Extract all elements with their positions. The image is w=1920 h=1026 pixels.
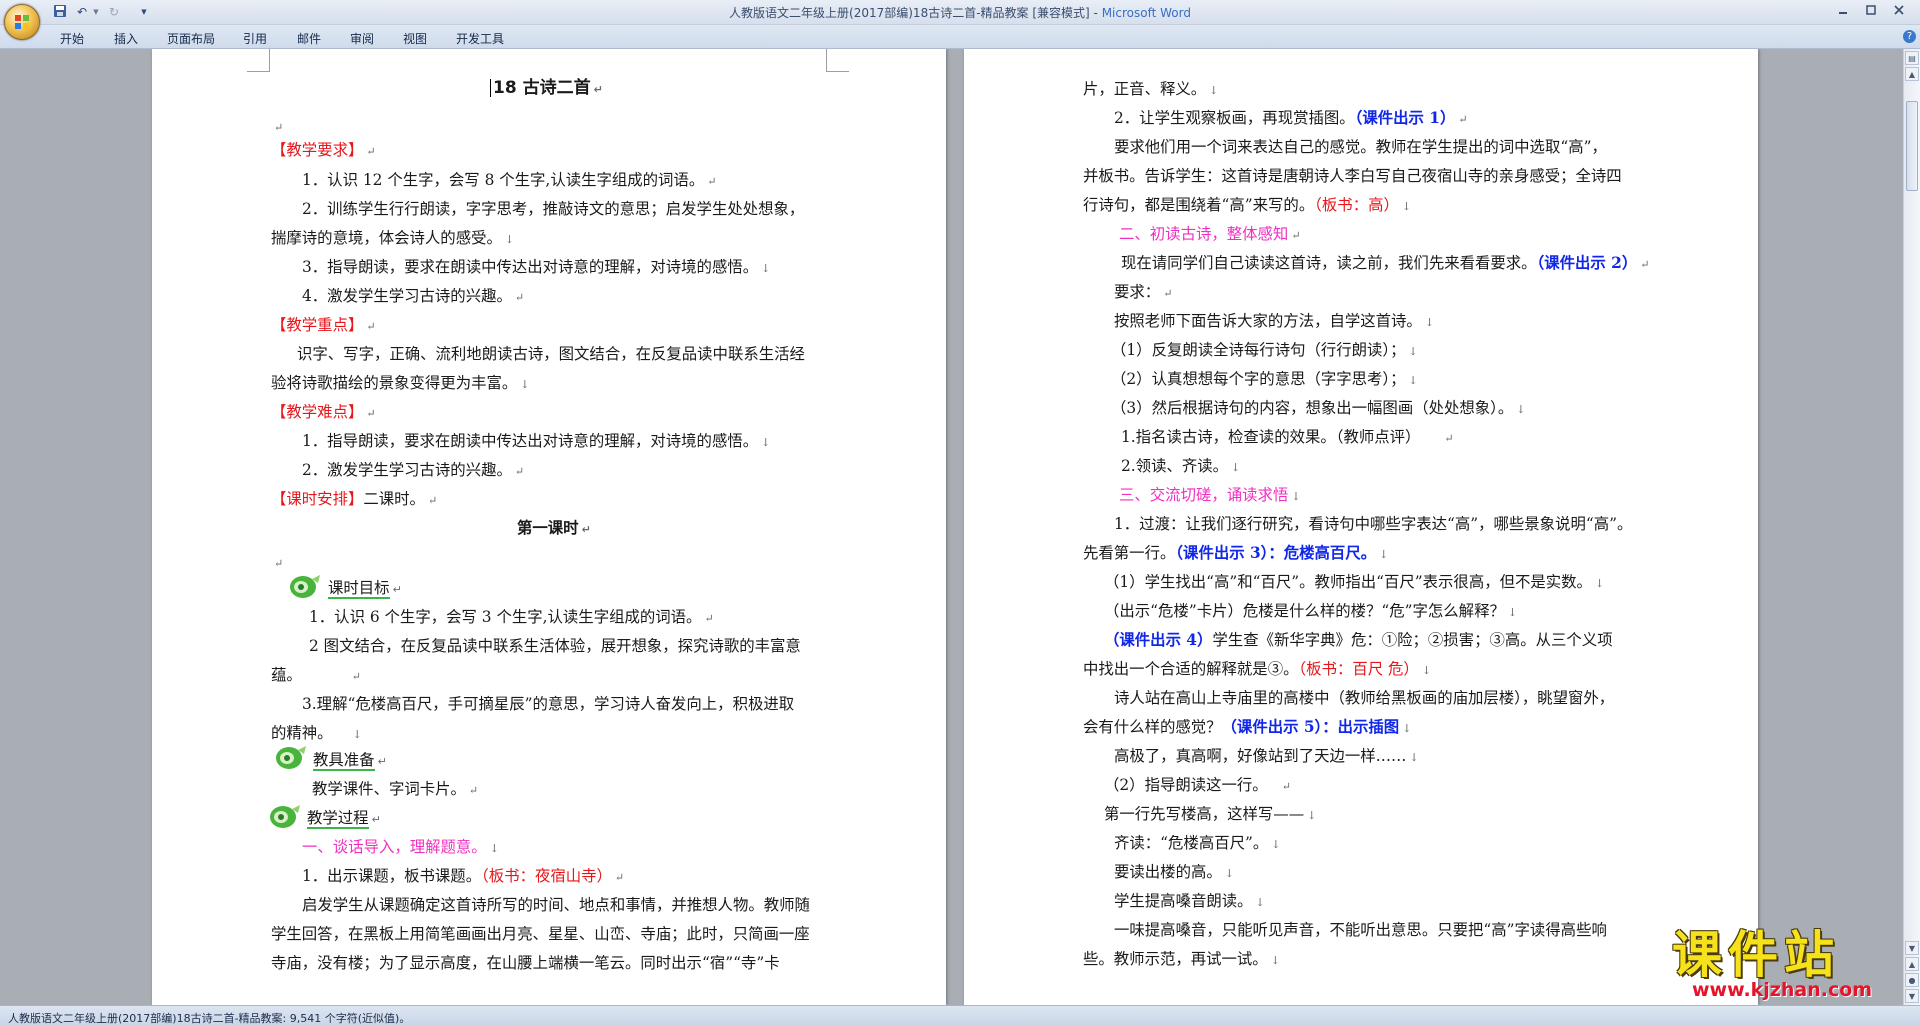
paragraph: 识字、写字，正确、流利地朗读古诗，图文结合，在反复品读中联系生活经	[297, 345, 805, 363]
minimize-button[interactable]	[1832, 2, 1854, 20]
watermark: 课件站 www.kjzhan.com	[1672, 926, 1920, 1001]
tab-references[interactable]: 引用	[243, 30, 267, 47]
paragraph: 1．过渡：让我们逐行研究，看诗句中哪些字表达“高”，哪些景象说明“高”。	[1114, 515, 1633, 533]
paragraph: 要读出楼的高。 ↓	[1114, 863, 1234, 881]
teaching-process-icon	[270, 805, 300, 828]
margin-corner	[247, 49, 270, 72]
paragraph: 1.指名读古诗，检查读的效果。（教师点评） ↵	[1121, 428, 1454, 446]
paragraph: 2.领读、齐读。 ↓	[1121, 457, 1241, 475]
paragraph: 蕴。 ↵	[271, 666, 362, 684]
paragraph: 齐读：“危楼高百尺”。 ↓	[1114, 834, 1281, 852]
paragraph: 启发学生从课题确定这首诗所写的时间、地点和事情，并推想人物。教师随	[302, 896, 810, 914]
paragraph: 片，正音、释义。 ↓	[1083, 80, 1219, 98]
lesson-goal-icon	[290, 575, 320, 598]
help-icon[interactable]: ?	[1903, 30, 1916, 43]
paragraph: 教学课件、字词卡片。 ↵	[312, 780, 479, 798]
status-bar: 人教版语文二年级上册(2017部编)18古诗二首-精品教案: 9,541 个字符…	[0, 1005, 1920, 1026]
page-1[interactable]: 18 古诗二首 ↵ ↵ 【教学要求】 ↵ 1．认识 12 个生字，会写 8 个生字,…	[152, 49, 946, 1005]
paragraph: 1．认识 12 个生字，会写 8 个生字,认读生字组成的词语。 ↵	[302, 171, 717, 189]
ruler-toggle-icon[interactable]: ▤	[1905, 51, 1919, 65]
paragraph: 高极了，真高啊，好像站到了天边一样…… ↓	[1114, 747, 1419, 765]
teaching-aids-icon	[276, 746, 306, 769]
page-2[interactable]: 片，正音、释义。 ↓ 2．让学生观察板画，再现赏插图。（课件出示 1） ↵ 要求他们…	[964, 49, 1758, 1005]
app-name: Microsoft Word	[1101, 6, 1191, 20]
paragraph: 一味提高嗓音，只能听见声音，不能听出意思。只要把“高”字读得高些响	[1114, 921, 1607, 939]
tab-mailings[interactable]: 邮件	[297, 30, 321, 47]
heading-teaching-requirements: 【教学要求】 ↵	[271, 141, 376, 159]
paragraph: 第一行先写楼高，这样写—— ↓	[1104, 805, 1317, 823]
paragraph: 3.理解“危楼高百尺，手可摘星辰”的意思，学习诗人奋发向上，积极进取	[302, 695, 795, 713]
paragraph: 揣摩诗的意境，体会诗人的感受。 ↓	[271, 229, 515, 247]
paragraph: 学生提高嗓音朗读。 ↓	[1114, 892, 1265, 910]
tab-page-layout[interactable]: 页面布局	[167, 30, 215, 47]
paragraph: 会有什么样的感觉？（课件出示 5）：出示插图 ↓	[1083, 718, 1412, 736]
section-lesson-goal: 课时目标 ↵	[328, 579, 402, 599]
window-title: 人教版语文二年级上册(2017部编)18古诗二首-精品教案 [兼容模式] - M…	[729, 6, 1191, 20]
paragraph: （3）然后根据诗句的内容，想象出一幅图画（处处想象）。 ↓	[1111, 399, 1526, 417]
paragraph: 要求他们用一个词来表达自己的感觉。教师在学生提出的词中选取“高”，	[1114, 138, 1607, 156]
paragraph: （课件出示 4）学生查《新华字典》危：①险；②损害；③高。从三个义项	[1104, 631, 1613, 649]
paragraph: 寺庙，没有楼；为了显示高度，在山腰上端横一笔云。同时出示“宿”“寺”卡	[271, 954, 780, 972]
empty-paragraph: ↵	[274, 121, 284, 134]
vertical-scrollbar[interactable]: ▤ ▲ ▼ ▲ ● ▼	[1903, 49, 1920, 1005]
tab-review[interactable]: 审阅	[350, 30, 374, 47]
paragraph: 1．出示课题，板书课题。（板书：夜宿山寺） ↵	[302, 867, 625, 885]
paragraph: 2．训练学生行行朗读，字字思考，推敲诗文的意思；启发学生处处想象，	[302, 200, 805, 218]
paragraph: 2．让学生观察板画，再现赏插图。（课件出示 1） ↵	[1114, 109, 1468, 127]
paragraph: 现在请同学们自己读读这首诗，读之前，我们先来看看要求。（课件出示 2） ↵	[1121, 254, 1650, 272]
subsection-heading: 三、交流切磋，诵读求悟 ↓	[1119, 486, 1301, 504]
paragraph: （出示“危楼”卡片）危楼是什么样的楼？“危”字怎么解释？ ↓	[1104, 602, 1518, 620]
lesson-heading: 第一课时 ↵	[517, 519, 591, 537]
paragraph: 学生回答，在黑板上用简笔画画出月亮、星星、山峦、寺庙；此时，只简画一座	[271, 925, 810, 943]
paragraph: 3．指导朗读，要求在朗读中传达出对诗意的理解，对诗境的感悟。 ↓	[302, 258, 771, 276]
paragraph: 先看第一行。（课件出示 3）：危楼高百尺。 ↓	[1083, 544, 1389, 562]
paragraph: 诗人站在高山上寺庙里的高楼中（教师给黑板画的庙加层楼），眺望窗外，	[1114, 689, 1615, 707]
tab-insert[interactable]: 插入	[114, 30, 138, 47]
paragraph: 1．认识 6 个生字，会写 3 个生字,认读生字组成的词语。 ↵	[309, 608, 714, 626]
margin-corner	[826, 49, 849, 72]
paragraph: 行诗句，都是围绕着“高”来写的。（板书：高） ↓	[1083, 196, 1412, 214]
paragraph: 按照老师下面告诉大家的方法，自学这首诗。 ↓	[1114, 312, 1435, 330]
tab-developer[interactable]: 开发工具	[456, 30, 504, 47]
section-teaching-process: 教学过程 ↵	[307, 809, 381, 829]
paragraph: 1．指导朗读，要求在朗读中传达出对诗意的理解，对诗境的感悟。 ↓	[302, 432, 771, 450]
paragraph: 验将诗歌描绘的景象变得更为丰富。 ↓	[271, 374, 530, 392]
paragraph-schedule: 【课时安排】二课时。 ↵	[271, 490, 438, 508]
paragraph: 2 图文结合，在反复品读中联系生活体验，展开想象，探究诗歌的丰富意	[309, 637, 801, 655]
tab-view[interactable]: 视图	[403, 30, 427, 47]
scrollbar-thumb[interactable]	[1906, 101, 1918, 191]
paragraph: （1）反复朗读全诗每行诗句（行行朗读）； ↓	[1111, 341, 1418, 359]
close-button[interactable]	[1888, 2, 1910, 20]
heading-key-points: 【教学重点】 ↵	[271, 316, 376, 334]
doc-title: 18 古诗二首 ↵	[490, 79, 603, 99]
title-bar: ↶ ▼ ↻ ▼ 人教版语文二年级上册(2017部编)18古诗二首-精品教案 [兼…	[0, 0, 1920, 25]
office-button[interactable]	[4, 4, 40, 40]
heading-difficulties: 【教学难点】 ↵	[271, 403, 376, 421]
text-cursor	[490, 79, 491, 97]
paragraph: 些。教师示范，再试一试。 ↓	[1083, 950, 1280, 968]
paragraph: （2）认真想想每个字的意思（字字思考）； ↓	[1111, 370, 1418, 388]
paragraph: 4．激发学生学习古诗的兴趣。 ↵	[302, 287, 525, 305]
paragraph: 并板书。告诉学生：这首诗是唐朝诗人李白写自己夜宿山寺的亲身感受；全诗四	[1083, 167, 1622, 185]
office-logo-icon	[15, 15, 29, 29]
subsection-heading: 二、初读古诗，整体感知 ↵	[1119, 225, 1301, 243]
ribbon-tabs: 开始 插入 页面布局 引用 邮件 审阅 视图 开发工具 ?	[0, 25, 1920, 49]
paragraph: 的精神。 ↓	[271, 724, 362, 742]
paragraph: 中找出一个合适的解释就是③。（板书：百尺 危） ↓	[1083, 660, 1432, 678]
section-teaching-aids: 教具准备 ↵	[313, 751, 387, 771]
document-title: 人教版语文二年级上册(2017部编)18古诗二首-精品教案 [兼容模式]	[729, 6, 1090, 20]
paragraph: 要求： ↵	[1114, 283, 1173, 301]
empty-paragraph: ↵	[274, 557, 284, 570]
paragraph: （1）学生找出“高”和“百尺”。教师指出“百尺”表示很高，但不是实数。 ↓	[1104, 573, 1605, 591]
subsection-heading: 一、谈话导入，理解题意。 ↓	[302, 838, 499, 856]
tab-home[interactable]: 开始	[60, 30, 84, 47]
scroll-up-button[interactable]: ▲	[1905, 67, 1919, 81]
word-count-status[interactable]: 人教版语文二年级上册(2017部编)18古诗二首-精品教案: 9,541 个字符…	[8, 1010, 410, 1026]
paragraph: 2．激发学生学习古诗的兴趣。 ↵	[302, 461, 525, 479]
maximize-button[interactable]	[1860, 2, 1882, 20]
paragraph: （2）指导朗读这一行。 ↵	[1104, 776, 1291, 794]
watermark-logo-text: 课件站	[1672, 926, 1840, 984]
document-area[interactable]: 18 古诗二首 ↵ ↵ 【教学要求】 ↵ 1．认识 12 个生字，会写 8 个生字,…	[0, 49, 1904, 1005]
watermark-url: www.kjzhan.com	[1692, 979, 1873, 1001]
